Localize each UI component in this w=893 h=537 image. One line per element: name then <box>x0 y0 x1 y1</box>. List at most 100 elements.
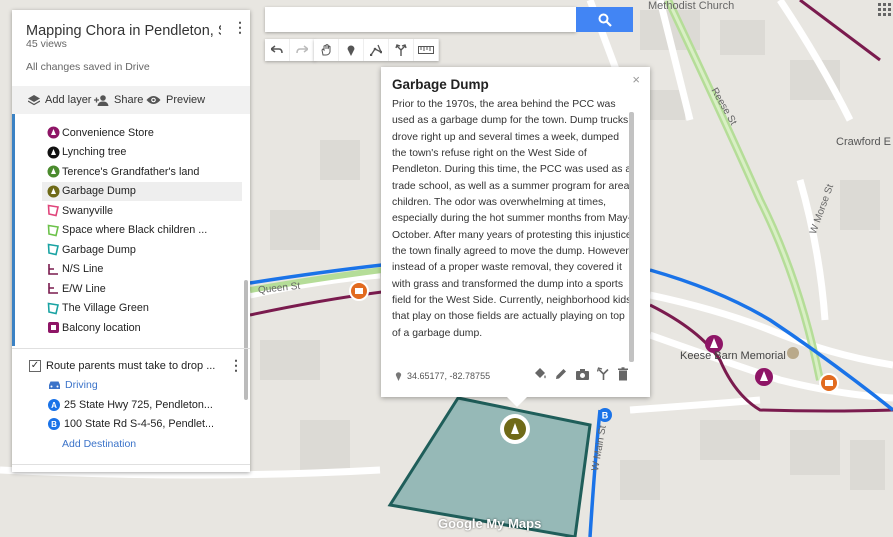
history-tools <box>265 39 315 61</box>
redo-button[interactable] <box>290 39 315 61</box>
edit-pencil-icon[interactable] <box>554 367 568 386</box>
route-layer-title[interactable]: Route parents must take to drop ... <box>46 360 226 372</box>
directions-icon[interactable] <box>596 367 610 386</box>
layer-item-label: Convenience Store <box>62 126 154 139</box>
popup-title: Garbage Dump <box>392 77 489 92</box>
preview-label: Preview <box>166 94 206 106</box>
divider <box>12 348 250 349</box>
share-label: Share <box>114 94 144 106</box>
pan-button[interactable] <box>314 39 339 61</box>
layer-item-label: E/W Line <box>62 282 106 295</box>
save-status: All changes saved in Drive <box>26 61 150 73</box>
ruler-icon <box>418 46 434 54</box>
close-icon[interactable]: × <box>632 72 640 87</box>
add-layer-button[interactable]: Add layer <box>28 86 91 114</box>
add-marker-button[interactable] <box>339 39 364 61</box>
delete-trash-icon[interactable] <box>617 367 629 386</box>
layer-item-label: Lynching tree <box>62 146 127 158</box>
layer-item[interactable]: Swanyville <box>46 201 238 220</box>
polygon-icon <box>46 204 60 218</box>
google-my-maps-logo: Google My Maps <box>438 516 541 531</box>
polygon-icon <box>46 223 60 237</box>
draw-line-icon <box>370 44 382 56</box>
map-label-crawford: Crawford E <box>836 136 892 148</box>
map-options-kebab-icon[interactable]: ⋮ <box>233 20 247 34</box>
layers-panel: Mapping Chora in Pendleton, Sou... ⋮ 45 … <box>12 10 250 472</box>
layer-item-label: Balcony location <box>62 321 141 334</box>
polygon-icon <box>46 243 60 257</box>
location-pin-icon <box>395 372 402 381</box>
draw-line-button[interactable] <box>364 39 389 61</box>
directions-icon <box>395 44 407 56</box>
search-icon <box>598 13 612 27</box>
panel-scrollbar[interactable] <box>244 280 248 400</box>
grid-icon[interactable] <box>878 3 891 16</box>
stop-a-label: 25 State Hwy 725, Pendleton... <box>64 399 213 411</box>
logo-google: Google <box>438 516 483 531</box>
measure-button[interactable] <box>414 39 439 61</box>
popup-scrollbar[interactable] <box>629 112 634 362</box>
route-stop-b[interactable]: B 100 State Rd S-4-56, Pendlet... <box>48 418 214 430</box>
route-stop-a[interactable]: A 25 State Hwy 725, Pendleton... <box>48 399 213 411</box>
layer-item[interactable]: Garbage Dump <box>46 240 238 259</box>
layers-icon <box>28 94 40 105</box>
directions-button[interactable] <box>389 39 414 61</box>
map-label-church: Methodist Church <box>648 0 735 12</box>
drawing-tools <box>314 39 439 61</box>
route-options-kebab-icon[interactable]: ⋮ <box>229 358 243 372</box>
undo-icon <box>271 45 283 54</box>
hand-icon <box>321 44 331 56</box>
route-marker-b[interactable]: B <box>598 408 612 422</box>
feature-info-popup: Garbage Dump × Prior to the 1970s, the a… <box>381 67 650 407</box>
bell-icon <box>46 184 60 198</box>
search-input[interactable] <box>265 7 576 32</box>
layer-item[interactable]: Lynching tree <box>46 143 238 162</box>
route-marker-b-label: B <box>602 411 609 421</box>
undo-button[interactable] <box>265 39 290 61</box>
map-marker-garbage-dump[interactable] <box>500 414 530 444</box>
line-icon <box>46 262 60 276</box>
search-button[interactable] <box>576 7 633 32</box>
layer-items-list: Convenience Store Lynching tree Terence's … <box>12 114 250 348</box>
map-label-keese-barn: Keese Barn Memorial <box>680 350 786 362</box>
marker-icon <box>347 45 355 56</box>
route-layer-checkbox[interactable]: ✓ <box>29 360 41 372</box>
layer-item-label: N/S Line <box>62 263 104 275</box>
share-button[interactable]: Share <box>94 86 143 114</box>
map-marker-store-2[interactable] <box>819 373 839 393</box>
popup-description: Prior to the 1970s, the area behind the … <box>392 99 635 339</box>
map-title[interactable]: Mapping Chora in Pendleton, Sou... <box>26 23 221 39</box>
preview-button[interactable]: Preview <box>146 86 205 114</box>
add-destination-link[interactable]: Add Destination <box>62 438 136 450</box>
stop-b-marker-icon: B <box>48 418 60 430</box>
layer-item[interactable]: Garbage Dump <box>42 181 242 201</box>
style-paint-bucket-icon[interactable] <box>533 367 547 386</box>
layer-item[interactable]: Space where Black children ... <box>46 221 238 240</box>
layer-item[interactable]: Balcony location <box>46 318 238 337</box>
layer-item[interactable]: The Village Green <box>46 299 238 318</box>
layer-item[interactable]: Terence's Grandfather's land <box>46 162 238 181</box>
tree-icon <box>46 145 60 159</box>
layer-item-label: Garbage Dump <box>62 243 136 256</box>
house-icon <box>46 165 60 179</box>
line-icon <box>46 282 60 296</box>
car-icon <box>49 381 60 389</box>
layer-item-label: Space where Black children ... <box>62 224 208 236</box>
landmark-marker[interactable] <box>787 347 799 359</box>
redo-icon <box>296 45 308 54</box>
layer-item-label: Swanyville <box>62 204 114 217</box>
map-marker-purple-2[interactable] <box>755 368 773 386</box>
map-marker-store[interactable] <box>349 281 369 301</box>
store-icon <box>46 126 60 140</box>
layer-item[interactable]: Convenience Store <box>46 123 238 142</box>
add-layer-label: Add layer <box>45 94 92 106</box>
eye-icon <box>146 96 161 104</box>
logo-mymaps: My Maps <box>486 516 542 531</box>
layer-item[interactable]: N/S Line <box>46 260 238 279</box>
stop-b-label: 100 State Rd S-4-56, Pendlet... <box>64 418 215 430</box>
route-mode[interactable]: Driving <box>48 379 98 391</box>
layer-item-label: Garbage Dump <box>62 185 136 197</box>
camera-icon[interactable] <box>575 367 590 386</box>
layer-item[interactable]: E/W Line <box>46 279 238 298</box>
square-icon <box>46 321 60 335</box>
